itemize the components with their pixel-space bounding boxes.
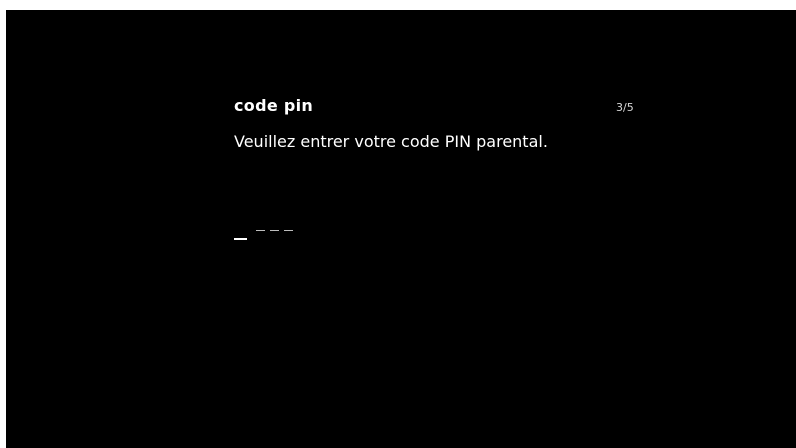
pin-digit-slot-3 — [270, 230, 279, 231]
pin-digit-slot-4 — [284, 230, 293, 231]
page-title: code pin — [234, 96, 314, 115]
pin-input[interactable] — [234, 222, 324, 242]
instruction-text: Veuillez entrer votre code PIN parental. — [234, 132, 548, 151]
pin-digit-slot-2 — [256, 230, 265, 231]
pin-digit-slot-1[interactable] — [234, 238, 247, 240]
step-indicator: 3/5 — [616, 101, 634, 114]
pin-entry-screen: code pin 3/5 Veuillez entrer votre code … — [6, 10, 796, 448]
